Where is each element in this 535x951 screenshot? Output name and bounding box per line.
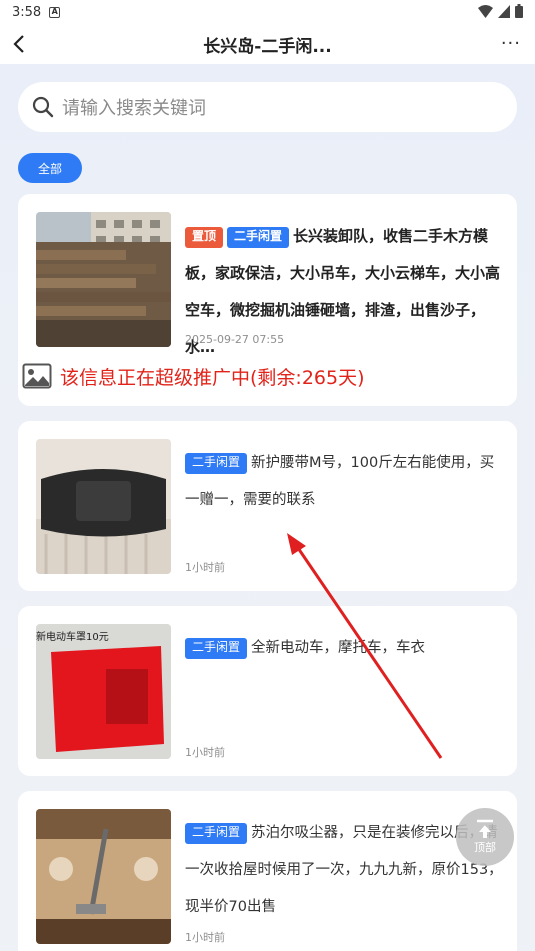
- listing-time: 2025-09-27 07:55: [185, 333, 285, 346]
- chevron-left-icon: [13, 35, 24, 53]
- search-input[interactable]: 请输入搜索关键词: [18, 82, 517, 132]
- status-icons: [478, 4, 523, 18]
- pinned-tag: 置顶: [185, 227, 224, 248]
- page-title: 长兴岛-二手闲...: [203, 36, 332, 57]
- image-placeholder-icon: [22, 363, 52, 389]
- listing-card[interactable]: 二手闲置 苏泊尔吸尘器，只是在装修完以后，请一次收拾屋时候用了一次，九九九新，原价…: [18, 791, 517, 951]
- listing-thumbnail[interactable]: [36, 212, 171, 347]
- back-to-top-button[interactable]: 顶部: [456, 808, 514, 866]
- nav-bar: 长兴岛-二手闲... ···: [0, 24, 535, 64]
- listing-time: 1小时前: [185, 561, 225, 574]
- listing-thumbnail[interactable]: 新电动车罩10元: [36, 624, 171, 759]
- listing-thumbnail[interactable]: [36, 809, 171, 944]
- search-placeholder: 请输入搜索关键词: [62, 98, 206, 119]
- category-tag: 二手闲置: [185, 823, 248, 844]
- listing-time: 1小时前: [185, 746, 225, 759]
- promo-text: 该信息正在超级推广中(剩余:265天): [60, 366, 365, 389]
- promo-banner: 该信息正在超级推广中(剩余:265天): [22, 362, 365, 390]
- listing-time: 1小时前: [185, 931, 225, 944]
- listing-text: 全新电动车，摩托车，车衣: [251, 640, 426, 656]
- listing-thumbnail[interactable]: [36, 439, 171, 574]
- back-button[interactable]: [8, 32, 30, 56]
- listing-card[interactable]: 二手闲置 新护腰带M号，100斤左右能使用，买一赠一，需要的联系 1小时前: [18, 421, 517, 591]
- listing-body: 二手闲置 全新电动车，摩托车，车衣: [185, 630, 505, 667]
- search-icon: [32, 96, 54, 118]
- status-bar: 3:58 A: [0, 0, 535, 24]
- thumbnail-caption: 新电动车罩10元: [36, 632, 109, 643]
- app-notification-icon: A: [49, 6, 61, 18]
- category-tag: 二手闲置: [227, 227, 290, 248]
- arrow-up-icon: [477, 819, 493, 838]
- filter-chip-all[interactable]: 全部: [18, 153, 82, 183]
- listing-card[interactable]: 置顶 二手闲置 长兴装卸队，收售二手木方模板，家政保洁，大小吊车，大小云梯车，大小高…: [18, 194, 517, 406]
- category-tag: 二手闲置: [185, 638, 248, 659]
- status-time: 3:58: [12, 4, 42, 20]
- listing-body: 二手闲置 新护腰带M号，100斤左右能使用，买一赠一，需要的联系: [185, 445, 505, 519]
- listing-card[interactable]: 新电动车罩10元 二手闲置 全新电动车，摩托车，车衣 1小时前: [18, 606, 517, 776]
- wifi-icon: [478, 4, 493, 18]
- category-tag: 二手闲置: [185, 453, 248, 474]
- back-to-top-label: 顶部: [474, 841, 496, 854]
- signal-icon: [498, 4, 510, 18]
- more-options-button[interactable]: ···: [501, 33, 521, 54]
- battery-icon: [515, 4, 523, 18]
